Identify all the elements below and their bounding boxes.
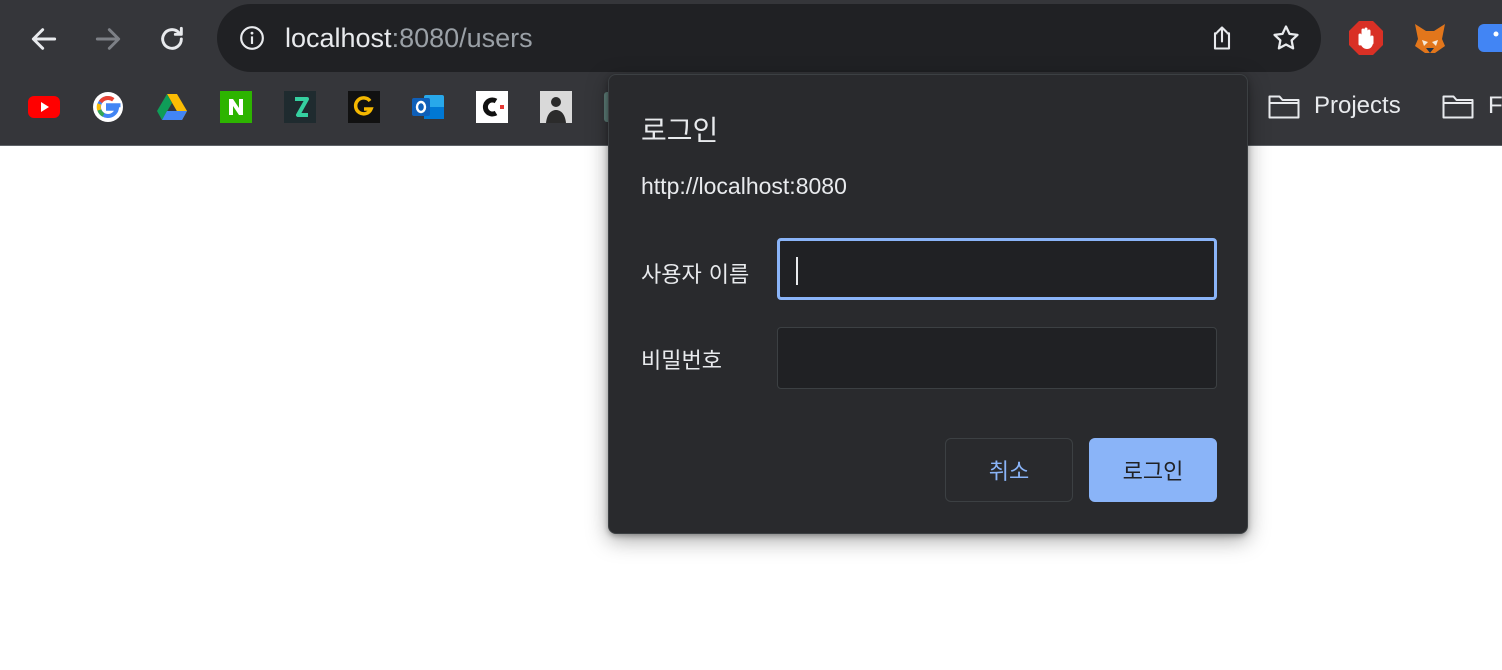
outlook-icon <box>412 95 444 119</box>
bookmark-folder-label: Projects <box>1314 92 1401 119</box>
bookmark-folder-projects[interactable]: Projects <box>1268 92 1401 120</box>
bookmark-youtube[interactable] <box>28 91 60 123</box>
bookmark-z-app[interactable] <box>284 91 316 123</box>
share-icon <box>1213 26 1231 50</box>
address-bar[interactable]: localhost:8080/users <box>217 4 1321 72</box>
dialog-origin: http://localhost:8080 <box>641 173 847 199</box>
text-caret <box>796 257 798 285</box>
folder-icon <box>1442 95 1474 119</box>
g-app-icon <box>348 91 380 123</box>
bookmark-star-icon <box>1273 25 1299 50</box>
bookmark-c-app[interactable] <box>476 91 508 123</box>
bookmark-folder-f[interactable]: F <box>1442 92 1502 120</box>
dialog-title: 로그인 <box>641 114 719 147</box>
blue-extension-icon[interactable] <box>1476 20 1502 56</box>
url-text[interactable]: localhost:8080/users <box>285 22 533 54</box>
google-icon <box>93 92 123 122</box>
youtube-icon <box>28 96 60 118</box>
info-icon[interactable] <box>239 25 265 51</box>
folder-icon <box>1268 95 1300 119</box>
forward-button[interactable] <box>88 19 128 59</box>
bookmark-google-drive[interactable] <box>156 91 188 123</box>
cancel-button[interactable]: 취소 <box>945 438 1073 502</box>
reload-icon <box>161 26 183 50</box>
forward-arrow-icon <box>95 28 121 50</box>
google-drive-icon <box>157 94 187 120</box>
username-label: 사용자 이름 <box>641 263 750 288</box>
bookmark-profile[interactable] <box>540 91 572 123</box>
password-field[interactable] <box>777 327 1217 389</box>
profile-photo-icon <box>540 91 572 123</box>
c-app-icon <box>476 91 508 123</box>
bookmark-google[interactable] <box>92 91 124 123</box>
share-button[interactable] <box>1205 21 1239 55</box>
fox-extension-icon[interactable] <box>1412 20 1448 56</box>
n-app-icon <box>220 91 252 123</box>
bookmark-g-app[interactable] <box>348 91 380 123</box>
username-field[interactable] <box>777 238 1217 300</box>
reload-button[interactable] <box>152 19 192 59</box>
password-label: 비밀번호 <box>641 349 722 374</box>
login-dialog: 로그인 http://localhost:8080 사용자 이름 비밀번호 취소… <box>608 74 1248 534</box>
bookmark-n-app[interactable] <box>220 91 252 123</box>
stop-hand-extension-icon[interactable] <box>1348 20 1384 56</box>
back-arrow-icon <box>31 28 57 50</box>
url-host: localhost <box>285 23 392 53</box>
z-app-icon <box>284 91 316 123</box>
back-button[interactable] <box>24 19 64 59</box>
login-button[interactable]: 로그인 <box>1089 438 1217 502</box>
url-path: :8080/users <box>391 23 533 53</box>
bookmark-star-button[interactable] <box>1269 21 1303 55</box>
bookmark-folder-label: F <box>1488 92 1502 119</box>
bookmark-outlook[interactable] <box>412 91 444 123</box>
